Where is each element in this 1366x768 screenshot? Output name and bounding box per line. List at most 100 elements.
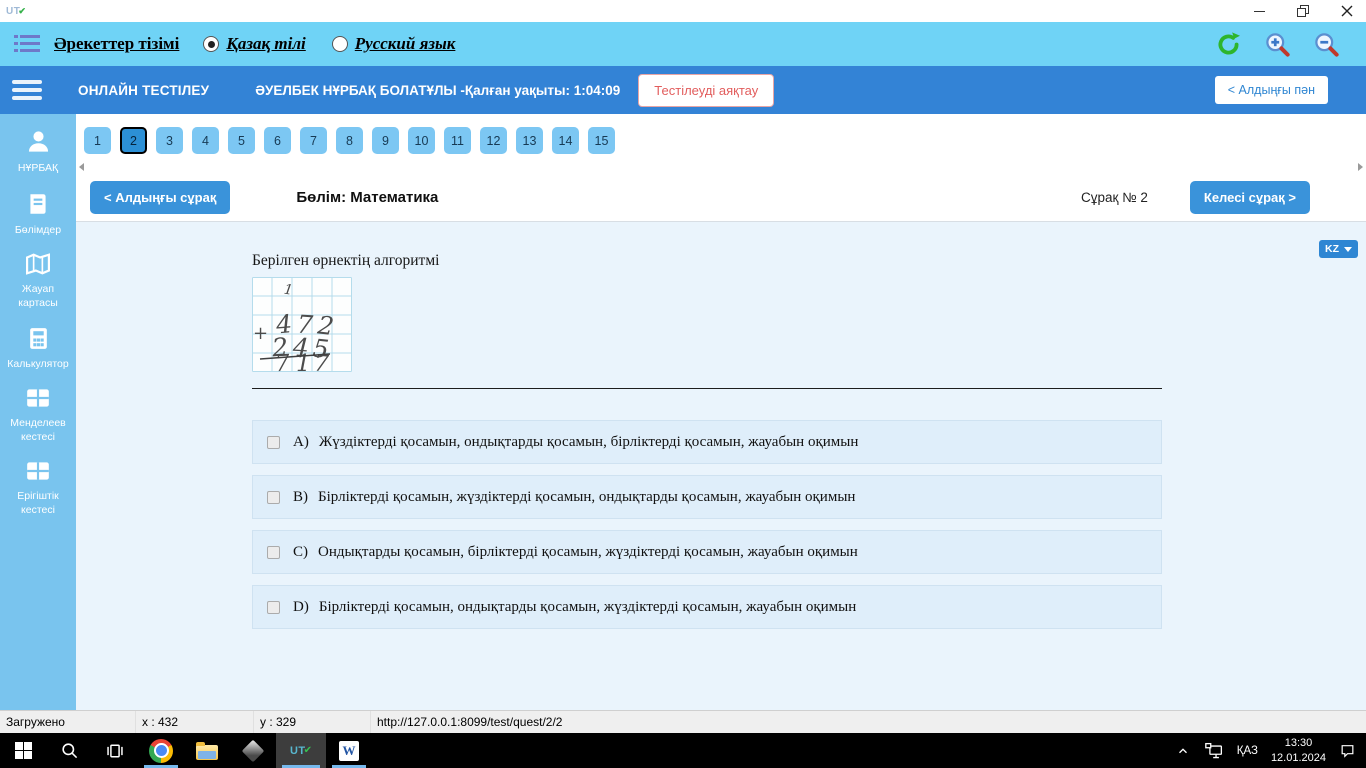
sidebar-item-label: Жауап картасы (18, 283, 58, 309)
taskbar-chrome-button[interactable] (138, 733, 184, 768)
taskbar-search-button[interactable] (46, 733, 92, 768)
worksheet-digit: 1 (296, 351, 311, 372)
radio-kazakh[interactable]: Қазақ тілі (203, 34, 306, 54)
app-logo: UT ✔ (6, 6, 26, 17)
menubar: Әрекеттер тізімі Қазақ тілі Русский язык (0, 22, 1366, 66)
question-tab[interactable]: 4 (192, 127, 219, 154)
option-text: Бірліктерді қосамын, жүздіктерді қосамын… (318, 488, 856, 505)
checkbox-icon[interactable] (267, 600, 280, 614)
sidebar-item-sections[interactable]: Бөлімдер (0, 191, 76, 238)
radio-selected-icon (203, 36, 220, 52)
scroll-right-icon[interactable] (1358, 162, 1363, 171)
calculator-icon (29, 327, 47, 349)
question-tab[interactable]: 5 (228, 127, 255, 154)
question-tab[interactable]: 3 (156, 127, 183, 154)
taskbar-clock[interactable]: 13:30 12.01.2024 (1271, 736, 1326, 765)
question-tab[interactable]: 8 (336, 127, 363, 154)
actions-list-label[interactable]: Әрекеттер тізімі (54, 34, 179, 54)
app-window: UT ✔ Әрекеттер тізімі Қазақ тілі Русский… (0, 0, 1366, 768)
start-button[interactable] (0, 733, 46, 768)
chrome-icon (149, 738, 173, 763)
sidebar-item-calculator[interactable]: Калькулятор (0, 326, 76, 372)
language-dropdown[interactable]: KZ (1319, 240, 1358, 258)
radio-russian[interactable]: Русский язык (331, 34, 456, 54)
question-tab[interactable]: 6 (264, 127, 291, 154)
question-tab-active[interactable]: 2 (120, 127, 147, 154)
tabs-horizontal-scrollbar[interactable] (76, 160, 1366, 173)
status-state: Загружено (0, 711, 136, 733)
task-view-icon (107, 744, 123, 757)
question-tab[interactable]: 10 (408, 127, 435, 154)
close-icon (1341, 5, 1353, 17)
option-letter: D) (293, 598, 309, 615)
sidebar-item-label: НҰРБАҚ (17, 162, 59, 174)
sidebar-item-label: Менделеев кестесі (10, 417, 66, 443)
clock-time: 13:30 (1284, 737, 1313, 750)
question-tab[interactable]: 15 (588, 127, 615, 154)
system-tray: ҚАЗ 13:30 12.01.2024 (1175, 733, 1366, 768)
taskbar-file-explorer-button[interactable] (184, 733, 230, 768)
radio-russian-label: Русский язык (354, 34, 456, 53)
search-icon (61, 743, 77, 759)
question-prompt: Берілген өрнектің алгоритмі (252, 252, 440, 269)
folder-icon (196, 741, 218, 760)
question-tab[interactable]: 7 (300, 127, 327, 154)
zoom-out-icon[interactable] (1313, 31, 1340, 58)
previous-subject-button[interactable]: < Алдыңғы пән (1214, 76, 1328, 104)
restore-button[interactable] (1296, 4, 1310, 18)
previous-question-button[interactable]: < Алдыңғы сұрақ (90, 180, 231, 214)
checkbox-icon[interactable] (267, 435, 280, 449)
close-button[interactable] (1340, 4, 1354, 18)
app-title: ОНЛАЙН ТЕСТІЛЕУ (78, 82, 210, 98)
sidebar-item-user[interactable]: НҰРБАҚ (0, 128, 76, 176)
checkbox-icon[interactable] (267, 490, 280, 504)
sidebar-item-mendeleev-table[interactable]: Менделеев кестесі (0, 386, 76, 444)
sidebar-item-solubility-table[interactable]: Ерігіштік кестесі (0, 459, 76, 517)
map-icon (26, 253, 50, 276)
checkbox-icon[interactable] (267, 545, 280, 559)
question-tab[interactable]: 12 (480, 127, 507, 154)
finish-test-button[interactable]: Тестілеуді аяқтау (638, 73, 775, 107)
taskbar-inkscape-button[interactable] (230, 733, 276, 768)
question-tab[interactable]: 13 (516, 127, 543, 154)
option-text: Ондықтарды қосамын, бірліктерді қосамын,… (318, 543, 858, 560)
question-number-label: Сұрақ № 2 (1080, 189, 1148, 205)
taskbar-word-button[interactable]: W (326, 733, 372, 768)
sidebar-item-label: Калькулятор (7, 357, 69, 370)
actions-list-icon[interactable] (14, 34, 40, 54)
question-tab[interactable]: 11 (444, 127, 471, 154)
answer-option-c[interactable]: C) Ондықтарды қосамын, бірліктерді қосам… (252, 530, 1162, 574)
network-icon[interactable] (1204, 742, 1224, 760)
sidebar-item-answer-map[interactable]: Жауап картасы (0, 252, 76, 310)
answer-option-a[interactable]: A) Жүздіктерді қосамын, ондықтарды қосам… (252, 420, 1162, 464)
option-letter: A) (293, 433, 309, 450)
worksheet-image: 1 + 4 7 2 2 4 5 7 1 7 (252, 277, 352, 372)
hamburger-menu-icon[interactable] (12, 80, 42, 100)
question-number-tabs: 1 2 3 4 5 6 7 8 9 10 11 12 13 14 15 (76, 114, 1366, 160)
zoom-in-icon[interactable] (1264, 31, 1291, 58)
book-icon (30, 193, 46, 214)
user-icon (28, 131, 48, 152)
inkscape-icon (241, 739, 265, 762)
question-tab[interactable]: 14 (552, 127, 579, 154)
answer-option-d[interactable]: D) Бірліктерді қосамын, ондықтарды қосам… (252, 585, 1162, 629)
taskbar-uto-app-button[interactable]: UT ✔ (276, 733, 326, 768)
question-tab[interactable]: 1 (84, 127, 111, 154)
task-view-button[interactable] (92, 733, 138, 768)
question-navigation-bar: < Алдыңғы сұрақ Бөлім: Математика Сұрақ … (76, 173, 1366, 222)
content-panel: 1 2 3 4 5 6 7 8 9 10 11 12 13 14 15 < Ал… (76, 114, 1366, 710)
answer-option-b[interactable]: B) Бірліктерді қосамын, жүздіктерді қоса… (252, 475, 1162, 519)
action-center-icon[interactable] (1339, 743, 1356, 759)
option-text: Жүздіктерді қосамын, ондықтарды қосамын,… (318, 433, 859, 450)
check-icon: ✔ (18, 5, 27, 16)
section-title: Бөлім: Математика (296, 188, 439, 206)
refresh-icon[interactable] (1215, 31, 1242, 58)
titlebar: UT ✔ (0, 0, 1366, 22)
clock-date: 12.01.2024 (1270, 751, 1326, 764)
next-question-button[interactable]: Келесі сұрақ > (1189, 180, 1310, 214)
scroll-left-icon[interactable] (79, 162, 84, 171)
question-tab[interactable]: 9 (372, 127, 399, 154)
tray-chevron-up-icon[interactable] (1175, 744, 1191, 758)
keyboard-language-indicator[interactable]: ҚАЗ (1237, 745, 1258, 757)
minimize-button[interactable] (1252, 4, 1266, 18)
